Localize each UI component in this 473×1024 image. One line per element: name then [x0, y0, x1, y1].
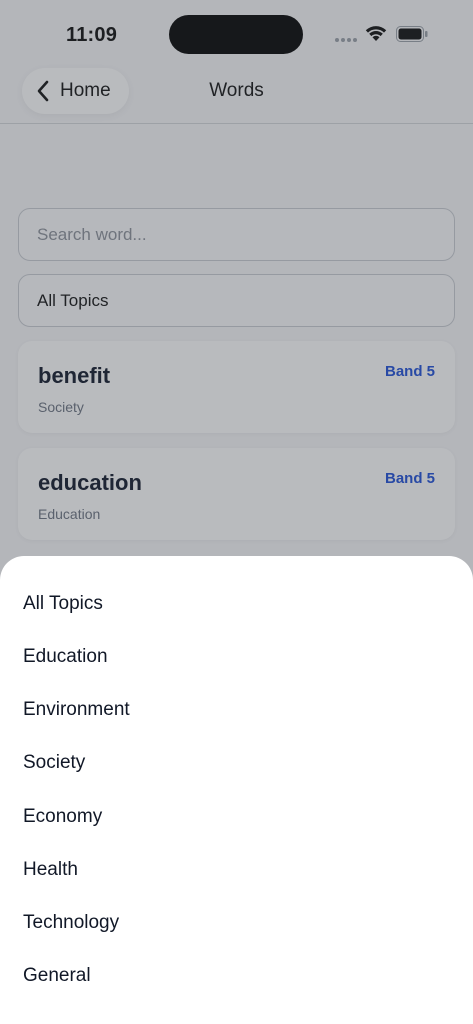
topic-picker-sheet: All Topics Education Environment Society… — [0, 556, 473, 1024]
topic-option-environment[interactable]: Environment — [0, 683, 473, 736]
topic-option-society[interactable]: Society — [0, 736, 473, 789]
topic-option-technology[interactable]: Technology — [0, 896, 473, 949]
topic-option-all-topics[interactable]: All Topics — [0, 577, 473, 630]
topic-option-education[interactable]: Education — [0, 630, 473, 683]
topic-option-economy[interactable]: Economy — [0, 790, 473, 843]
topic-option-health[interactable]: Health — [0, 843, 473, 896]
topic-option-general[interactable]: General — [0, 949, 473, 1002]
